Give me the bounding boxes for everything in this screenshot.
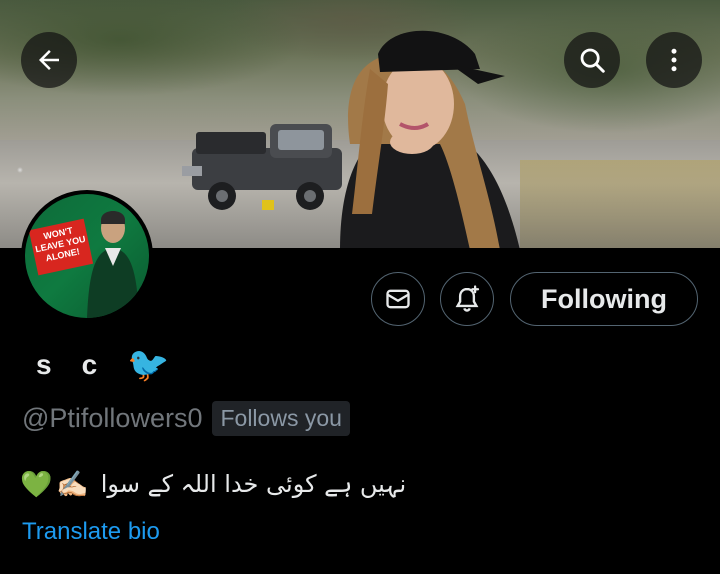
notify-button[interactable] [440,272,494,326]
profile-bio: 💚 ✍🏻 نہیں ہے کوئی خدا اللہ کے سوا [20,462,440,506]
display-name: s c 🐦 [36,340,170,390]
arrow-left-icon [39,50,59,70]
green-heart-emoji: 💚 [20,468,53,499]
mail-icon [386,289,410,309]
banner-person [340,30,520,248]
follows-you-badge: Follows you [212,400,350,436]
avatar-figure [87,211,139,318]
avatar-image: WON'T LEAVE YOU ALONE! [25,194,149,318]
following-button[interactable]: Following [510,272,698,326]
display-name-letter-2: c [81,349,98,380]
user-handle: @Ptifollowers0 [22,402,203,433]
more-options-button[interactable] [646,32,702,88]
writing-hand-emoji: ✍🏻 [56,468,89,499]
back-button[interactable] [21,32,77,88]
message-button[interactable] [371,272,425,326]
banner-grass [520,160,720,248]
display-name-letter-1: s [36,349,52,380]
search-button[interactable] [564,32,620,88]
handle-row: @Ptifollowers0 Follows you [22,398,350,438]
following-label: Following [541,283,667,314]
search-icon [580,48,605,73]
profile-avatar[interactable]: WON'T LEAVE YOU ALONE! [21,190,153,322]
translate-bio-link[interactable]: Translate bio [22,518,160,546]
more-vertical-icon [671,48,677,72]
bell-plus-icon [455,285,480,312]
bird-emoji: 🐦 [127,346,170,384]
bio-text: نہیں ہے کوئی خدا اللہ کے سوا [100,470,407,498]
